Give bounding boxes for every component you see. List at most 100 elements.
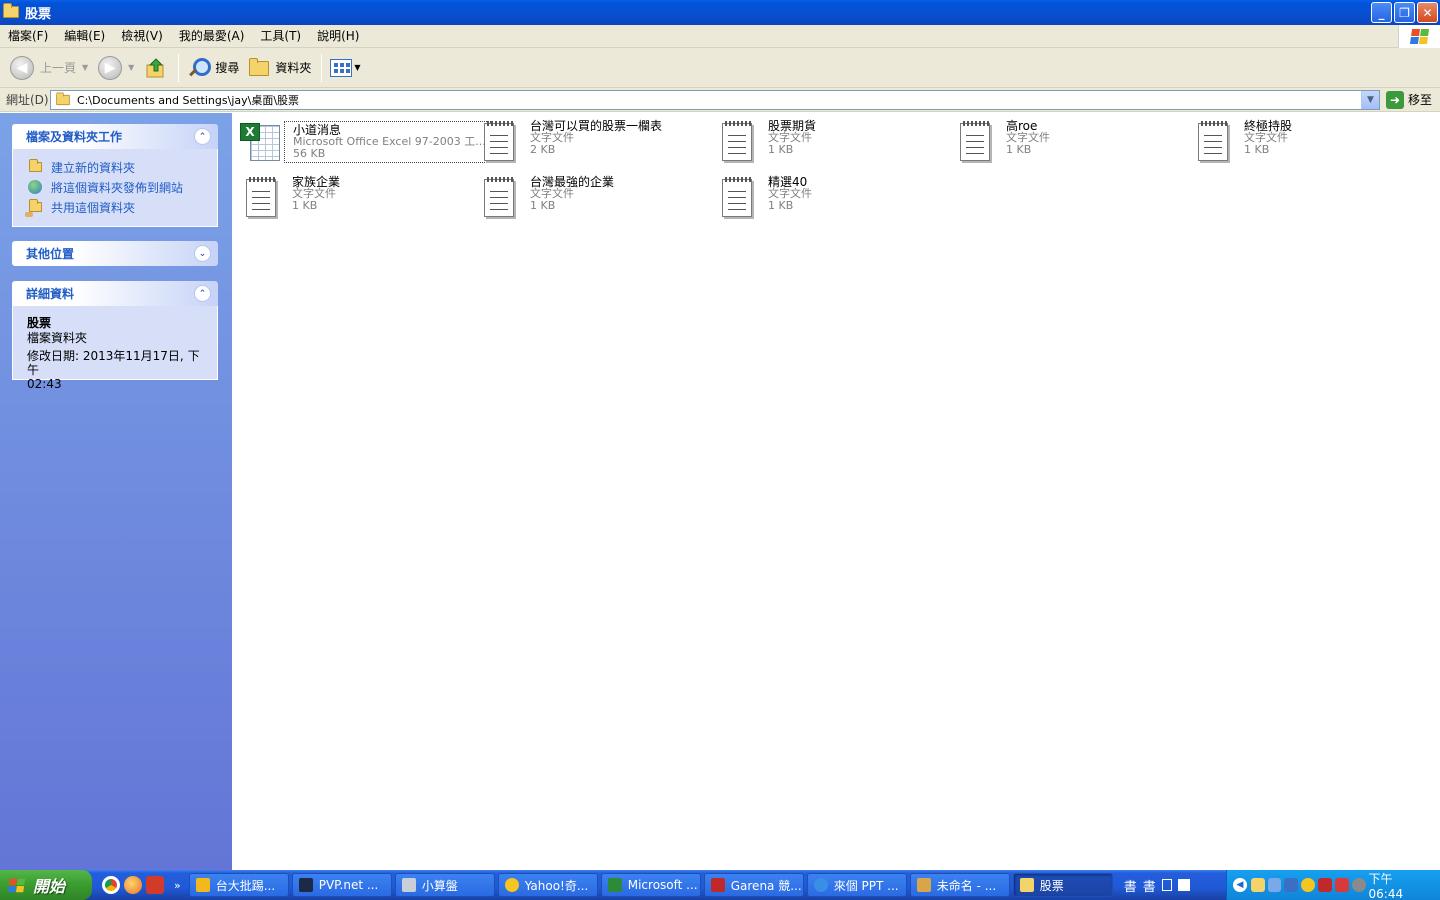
file-item-text[interactable]: 精選40 文字文件 1 KB bbox=[712, 173, 944, 221]
minimize-button[interactable]: _ bbox=[1371, 2, 1392, 23]
collapse-chevron-icon[interactable]: ⌃ bbox=[194, 285, 211, 302]
ime-menu-icon[interactable] bbox=[1177, 879, 1190, 891]
garena-icon bbox=[710, 878, 725, 892]
folder-icon bbox=[3, 3, 19, 19]
expand-chevron-icon[interactable]: ⌄ bbox=[194, 245, 211, 262]
excel-file-icon: X bbox=[236, 117, 284, 165]
chrome-icon[interactable] bbox=[102, 876, 120, 894]
ime-icon[interactable]: 書 bbox=[1143, 876, 1156, 895]
restore-button[interactable]: ❐ bbox=[1394, 2, 1415, 23]
taskbar-item[interactable]: PVP.net ... bbox=[291, 873, 392, 897]
tray-icon[interactable] bbox=[1351, 878, 1366, 892]
menu-file[interactable]: 檔案(F) bbox=[0, 25, 56, 48]
folders-icon bbox=[249, 57, 270, 79]
menu-help[interactable]: 說明(H) bbox=[309, 25, 367, 48]
file-tasks-title: 檔案及資料夾工作 bbox=[26, 130, 123, 144]
file-item-text[interactable]: 家族企業 文字文件 1 KB bbox=[236, 173, 468, 221]
file-item-text[interactable]: 台灣最強的企業 文字文件 1 KB bbox=[474, 173, 706, 221]
file-item-text[interactable]: 股票期貨 文字文件 1 KB bbox=[712, 117, 944, 165]
title-bar[interactable]: 股票 _ ❐ ✕ bbox=[0, 0, 1440, 25]
taskbar-item-label: 台大批踢... bbox=[215, 878, 276, 893]
windows-logo-icon bbox=[7, 878, 26, 892]
up-folder-button[interactable] bbox=[140, 52, 172, 84]
ime-mode-icon[interactable] bbox=[1161, 879, 1172, 891]
garena-tray-icon[interactable] bbox=[1318, 878, 1332, 892]
tray-icon[interactable] bbox=[1284, 878, 1299, 892]
back-dropdown-icon[interactable]: ▼ bbox=[82, 63, 88, 72]
quick-launch-more-icon[interactable]: » bbox=[174, 879, 181, 892]
taskbar-item-label: Microsoft ... bbox=[627, 878, 698, 892]
quick-launch: » bbox=[102, 876, 189, 894]
ie-icon bbox=[813, 878, 828, 892]
tray-icon[interactable] bbox=[1250, 878, 1265, 892]
menu-tools[interactable]: 工具(T) bbox=[252, 25, 309, 48]
menu-view[interactable]: 檢視(V) bbox=[113, 25, 171, 48]
new-folder-link[interactable]: 建立新的資料夾 bbox=[27, 157, 204, 177]
menu-edit[interactable]: 編輯(E) bbox=[56, 25, 113, 48]
file-item-text[interactable]: 台灣可以買的股票一欄表 文字文件 2 KB bbox=[474, 117, 706, 165]
details-header[interactable]: 詳細資料 ⌃ bbox=[12, 281, 218, 306]
taskbar-item[interactable]: 未命名 - ... bbox=[909, 873, 1010, 897]
file-tasks-header[interactable]: 檔案及資料夾工作 ⌃ bbox=[12, 124, 218, 149]
taskbar-item[interactable]: 來個 PPT ... bbox=[806, 873, 907, 897]
go-label: 移至 bbox=[1408, 93, 1433, 107]
other-places-header[interactable]: 其他位置 ⌄ bbox=[12, 241, 218, 266]
taskbar-item[interactable]: Microsoft ... bbox=[600, 873, 701, 897]
messenger-icon[interactable] bbox=[1301, 878, 1316, 892]
up-folder-icon bbox=[144, 56, 168, 80]
folders-button[interactable]: 資料夾 bbox=[245, 52, 315, 84]
app-icon bbox=[195, 878, 210, 892]
network-icon[interactable] bbox=[1267, 878, 1282, 892]
taskbar-item[interactable]: 小算盤 bbox=[394, 873, 495, 897]
other-places-panel: 其他位置 ⌄ bbox=[12, 241, 218, 266]
share-folder-link[interactable]: 共用這個資料夾 bbox=[25, 197, 204, 217]
details-title: 詳細資料 bbox=[26, 287, 75, 301]
file-size: 1 KB bbox=[768, 199, 794, 212]
start-button[interactable]: 開始 bbox=[0, 870, 92, 900]
toolbar-separator bbox=[178, 53, 180, 82]
taskbar-item[interactable]: Garena 競... bbox=[703, 873, 804, 897]
forward-arrow-icon: ▶ bbox=[98, 55, 123, 80]
toolbar-separator bbox=[321, 53, 323, 82]
shared-folder-icon bbox=[25, 199, 43, 217]
address-input[interactable]: C:\Documents and Settings\jay\桌面\股票 ▼ bbox=[50, 89, 1380, 110]
app-icon[interactable] bbox=[146, 876, 164, 894]
browser-icon[interactable] bbox=[124, 876, 142, 894]
file-list-view[interactable]: X 小道消息 Microsoft Office Excel 97-2003 工.… bbox=[232, 113, 1440, 870]
paint-icon bbox=[916, 878, 931, 892]
ime-icon[interactable]: 書 bbox=[1124, 876, 1137, 895]
file-item-text[interactable]: 終極持股 文字文件 1 KB bbox=[1188, 117, 1420, 165]
tray-expand-icon[interactable]: ◀ bbox=[1233, 878, 1247, 892]
start-label: 開始 bbox=[33, 877, 66, 896]
menu-favorites[interactable]: 我的最愛(A) bbox=[171, 25, 253, 48]
taskbar-item-label: PVP.net ... bbox=[318, 878, 379, 892]
smiley-icon bbox=[504, 878, 519, 892]
forward-button[interactable]: ▶ ▼ bbox=[94, 52, 138, 84]
back-button[interactable]: ◀ 上一頁 ▼ bbox=[6, 52, 92, 84]
clock: 下午 06:44 bbox=[1368, 871, 1404, 900]
text-file-icon bbox=[712, 117, 760, 165]
taskbar-item-label: Garena 競... bbox=[730, 878, 802, 893]
taskbar-item-label: 未命名 - ... bbox=[936, 878, 997, 893]
close-button[interactable]: ✕ bbox=[1417, 2, 1438, 23]
search-button[interactable]: 搜尋 bbox=[183, 52, 243, 84]
go-button[interactable]: ➜ 移至 bbox=[1386, 90, 1433, 109]
tray-icon[interactable] bbox=[1334, 878, 1349, 892]
collapse-chevron-icon[interactable]: ⌃ bbox=[194, 128, 211, 145]
excel-icon bbox=[607, 878, 622, 892]
publish-folder-link[interactable]: 將這個資料夾發佈到網站 bbox=[27, 177, 204, 197]
details-name: 股票 bbox=[27, 316, 52, 330]
file-size: 1 KB bbox=[1006, 143, 1032, 156]
file-item-text[interactable]: 高roe 文字文件 1 KB bbox=[950, 117, 1182, 165]
address-dropdown-icon[interactable]: ▼ bbox=[1361, 90, 1379, 109]
file-item-excel[interactable]: X 小道消息 Microsoft Office Excel 97-2003 工.… bbox=[236, 117, 491, 165]
taskbar-item-active[interactable]: 股票 bbox=[1012, 873, 1113, 897]
taskbar-item[interactable]: 台大批踢... bbox=[188, 873, 289, 897]
forward-dropdown-icon[interactable]: ▼ bbox=[128, 63, 134, 72]
taskbar-item[interactable]: Yahoo!奇... bbox=[497, 873, 598, 897]
taskbar-item-label: 小算盤 bbox=[421, 878, 458, 893]
other-places-title: 其他位置 bbox=[26, 247, 75, 261]
text-file-icon bbox=[236, 173, 284, 221]
views-button[interactable]: ▼ bbox=[326, 52, 364, 84]
new-folder-icon bbox=[27, 159, 43, 175]
